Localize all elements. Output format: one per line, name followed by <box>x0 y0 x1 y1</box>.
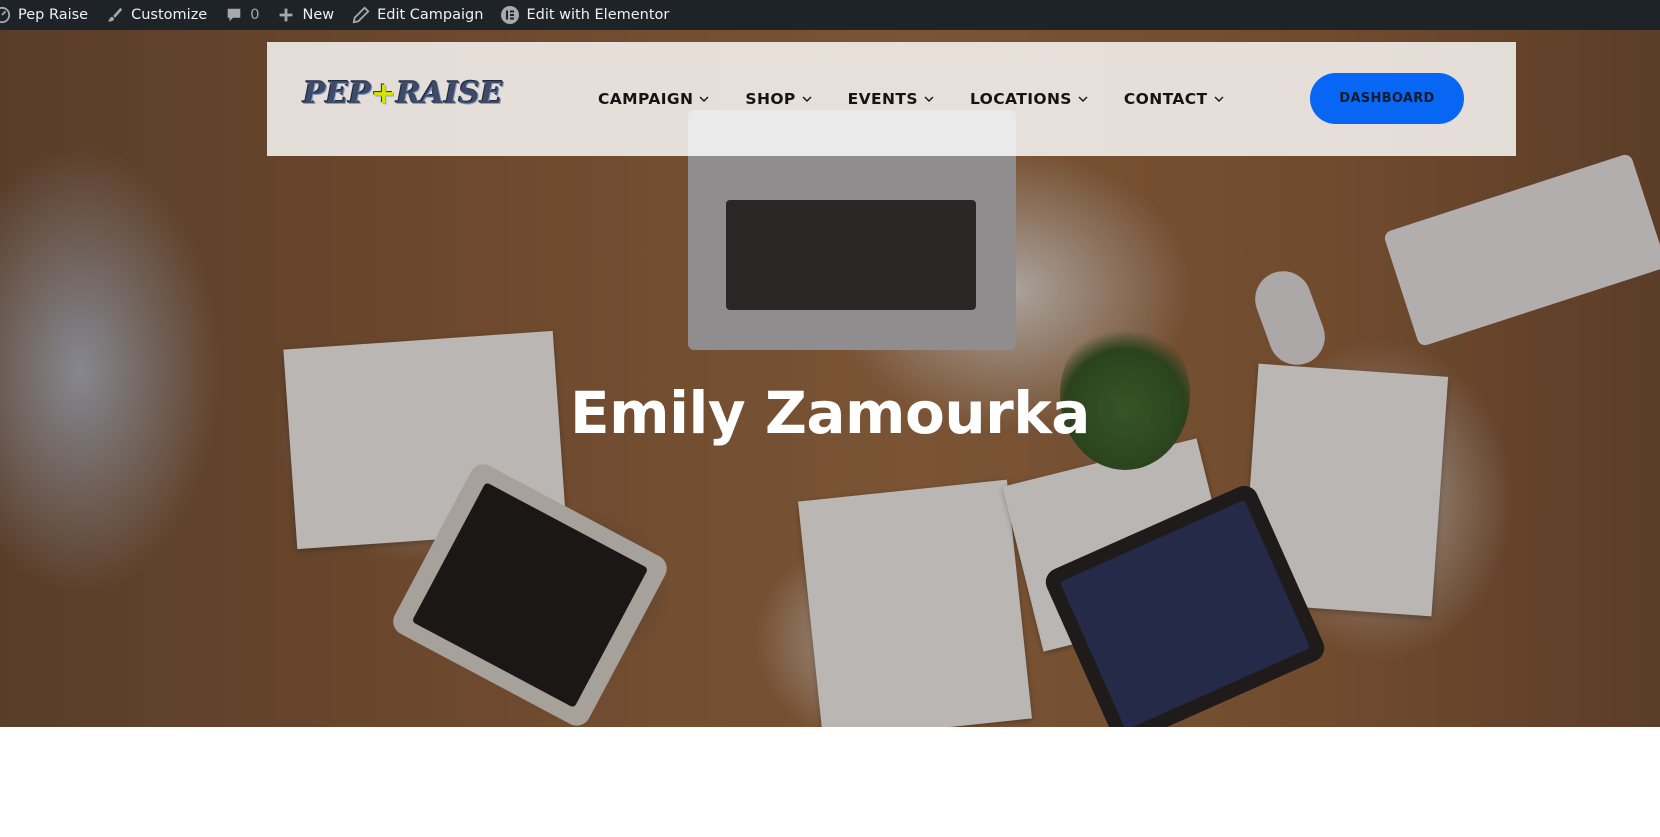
nav-item-label: LOCATIONS <box>969 90 1072 108</box>
comment-icon <box>224 5 244 25</box>
page-title: Emily Zamourka <box>570 378 1090 447</box>
paintbrush-icon <box>105 5 125 25</box>
nav-item-label: CONTACT <box>1123 90 1208 108</box>
nav-item-events[interactable]: EVENTS <box>848 90 934 108</box>
nav-item-label: EVENTS <box>847 90 918 108</box>
main-nav: CAMPAIGN SHOP EVENTS LOCATIONS CONTACT <box>598 42 1260 156</box>
plus-icon <box>276 5 296 25</box>
chevron-down-icon <box>1078 94 1088 104</box>
chevron-down-icon <box>924 94 934 104</box>
new-label: New <box>302 7 335 23</box>
chevron-down-icon <box>1214 94 1224 104</box>
admin-bar: Pep Raise Customize 0 New Edit Campaign … <box>0 0 1660 30</box>
nav-item-label: SHOP <box>745 90 796 108</box>
site-name-label: Pep Raise <box>18 7 89 23</box>
logo-text-left: PEP <box>303 76 371 111</box>
nav-item-shop[interactable]: SHOP <box>745 90 812 108</box>
chevron-down-icon <box>699 94 709 104</box>
pencil-icon <box>351 5 371 25</box>
dashboard-button[interactable]: DASHBOARD <box>1310 73 1464 124</box>
admin-bar-edit-campaign[interactable]: Edit Campaign <box>343 0 492 30</box>
chevron-down-icon <box>802 94 812 104</box>
nav-item-campaign[interactable]: CAMPAIGN <box>598 90 709 108</box>
elementor-icon <box>500 5 520 25</box>
site-logo[interactable]: PEP+RAISE <box>303 76 503 111</box>
logo-text-right: RAISE <box>396 76 503 111</box>
admin-bar-comments[interactable]: 0 <box>216 0 268 30</box>
comments-count: 0 <box>250 7 260 23</box>
edit-campaign-label: Edit Campaign <box>377 7 484 23</box>
nav-item-contact[interactable]: CONTACT <box>1124 90 1224 108</box>
admin-bar-edit-elementor[interactable]: Edit with Elementor <box>492 0 678 30</box>
admin-bar-customize[interactable]: Customize <box>97 0 216 30</box>
nav-item-locations[interactable]: LOCATIONS <box>970 90 1088 108</box>
customize-label: Customize <box>131 7 208 23</box>
admin-bar-site[interactable]: Pep Raise <box>0 0 97 30</box>
edit-elementor-label: Edit with Elementor <box>526 7 670 23</box>
site-header: PEP+RAISE CAMPAIGN SHOP EVENTS LOCATIONS… <box>267 42 1516 156</box>
nav-item-label: CAMPAIGN <box>598 90 694 108</box>
dashboard-icon <box>0 5 12 25</box>
admin-bar-new[interactable]: New <box>268 0 343 30</box>
logo-plus: + <box>370 76 397 111</box>
